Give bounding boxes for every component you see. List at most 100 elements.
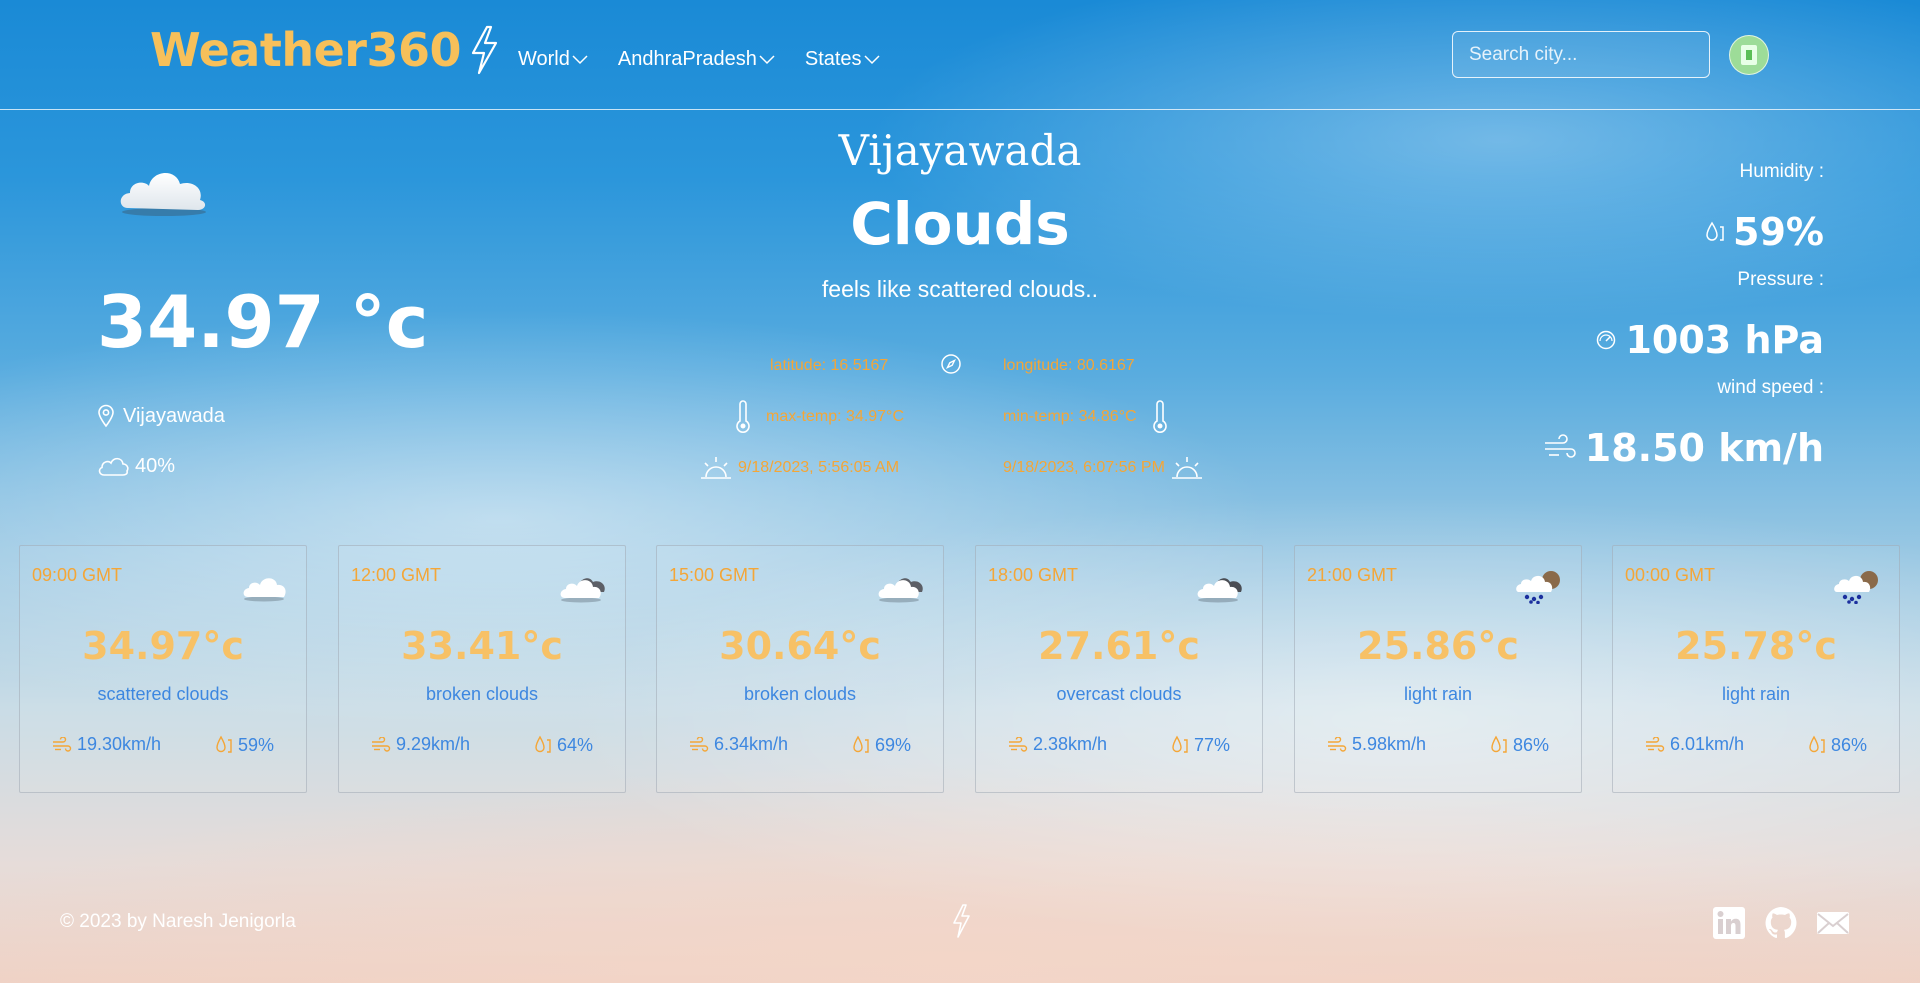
lightning-bolt-icon	[953, 904, 970, 938]
forecast-wind-value: 19.30km/h	[77, 734, 162, 754]
cloudiness-value: 40%	[135, 454, 176, 477]
wind-icon	[372, 736, 391, 752]
forecast-wind-value: 6.34km/h	[714, 734, 789, 754]
pressure-label: Pressure :	[1737, 269, 1824, 290]
forecast-desc: light rain	[1721, 684, 1791, 704]
forecast-card[interactable]: 18:00 GMT 27.61°c overcast clouds 2.38km…	[975, 545, 1263, 793]
weather-condition: Clouds	[850, 190, 1070, 258]
broken-clouds-icon	[878, 578, 923, 603]
forecast-humidity: 86%	[1490, 734, 1549, 756]
forecast-time: 21:00 GMT	[1307, 565, 1398, 585]
forecast-wind: 2.38km/h	[1008, 734, 1107, 755]
forecast-card[interactable]: 12:00 GMT 33.41°c broken clouds 9.29km/h…	[338, 545, 626, 793]
humidity-label: Humidity :	[1739, 161, 1824, 182]
max-temp-text: max-temp: 34.97°C	[766, 408, 905, 425]
forecast-humidity-value: 69%	[874, 734, 911, 755]
forecast-temp: 34.97°c	[82, 624, 244, 668]
nav-dropdown-states[interactable]: States	[805, 48, 880, 71]
search-city-input[interactable]	[1452, 31, 1710, 78]
forecast-wind: 19.30km/h	[52, 734, 161, 755]
chevron-down-icon	[572, 54, 588, 64]
forecast-humidity-value: 59%	[237, 734, 274, 755]
forecast-humidity: 64%	[534, 734, 593, 756]
forecast-card[interactable]: 15:00 GMT 30.64°c broken clouds 6.34km/h…	[656, 545, 944, 793]
forecast-desc: scattered clouds	[97, 684, 229, 704]
wind-stat: 18.50 km/h	[1543, 426, 1824, 470]
forecast-humidity: 86%	[1808, 734, 1867, 756]
max-temp-info: max-temp: 34.97°C	[732, 400, 904, 434]
thermometer-icon	[736, 400, 750, 433]
sunset-icon	[1171, 457, 1202, 479]
forecast-card[interactable]: 21:00 GMT 25.86°c light rain 5.98km/h 86…	[1294, 545, 1582, 793]
humidity-drop-icon	[1172, 735, 1188, 753]
forecast-wind-value: 6.01km/h	[1670, 734, 1745, 754]
forecast-time: 09:00 GMT	[32, 565, 123, 585]
forecast-card[interactable]: 09:00 GMT 34.97°c scattered clouds 19.30…	[19, 545, 307, 793]
footer-copyright: © 2023 by Naresh Jenigorla	[60, 911, 296, 932]
avatar[interactable]	[1729, 35, 1769, 75]
github-icon[interactable]	[1764, 906, 1798, 940]
nav-item-label: States	[804, 48, 862, 70]
latitude-text: latitude: 16.5167	[770, 357, 889, 374]
humidity-drop-icon	[535, 735, 551, 753]
broken-clouds-icon	[560, 578, 605, 603]
forecast-desc: light rain	[1403, 684, 1473, 704]
forecast-humidity: 77%	[1171, 734, 1230, 756]
wind-icon	[1328, 736, 1347, 752]
forecast-humidity-value: 77%	[1193, 734, 1230, 755]
forecast-card[interactable]: 00:00 GMT 25.78°c light rain 6.01km/h 86…	[1612, 545, 1900, 793]
brand-logo[interactable]: Weather360	[150, 22, 501, 78]
brand-name[interactable]: Weather360	[150, 23, 461, 77]
forecast-humidity-value: 86%	[1830, 734, 1867, 755]
forecast-humidity-value: 64%	[556, 734, 593, 755]
light-rain-icon	[1516, 571, 1560, 604]
min-temp-text: min-temp: 34.86°C	[1003, 408, 1137, 425]
forecast-humidity: 69%	[852, 734, 911, 756]
forecast-wind: 6.34km/h	[689, 734, 788, 755]
nav-menu: World AndhraPradesh States	[518, 48, 880, 71]
light-rain-icon	[1834, 571, 1878, 604]
forecast-humidity: 59%	[215, 734, 274, 756]
linkedin-icon[interactable]	[1712, 906, 1746, 940]
forecast-wind: 9.29km/h	[371, 734, 470, 755]
wind-value: 18.50 km/h	[1584, 426, 1824, 470]
min-temp-info: min-temp: 34.86°C	[1003, 400, 1171, 434]
forecast-desc: broken clouds	[425, 684, 539, 704]
forecast-wind: 5.98km/h	[1327, 734, 1426, 755]
humidity-drop-icon	[1809, 735, 1825, 753]
pressure-value: 1003 hPa	[1625, 318, 1824, 362]
forecast-temp: 25.86°c	[1357, 624, 1519, 668]
wind-icon	[53, 736, 72, 752]
longitude-text: longitude: 80.6167	[1003, 357, 1135, 374]
nav-item-label: AndhraPradesh	[617, 48, 757, 70]
mail-icon[interactable]	[1816, 906, 1850, 940]
compass-icon	[941, 354, 961, 374]
wind-icon	[1544, 434, 1576, 458]
latitude-info: latitude: 16.5167	[770, 357, 888, 375]
sunrise-text: 9/18/2023, 5:56:05 AM	[738, 459, 900, 476]
forecast-temp: 30.64°c	[719, 624, 881, 668]
forecast-wind-value: 2.38km/h	[1033, 734, 1108, 754]
location-name: Vijayawada	[123, 404, 225, 427]
humidity-value: 59%	[1733, 210, 1824, 254]
forecast-humidity-value: 86%	[1512, 734, 1549, 755]
avatar-icon	[1741, 45, 1757, 65]
humidity-drop-icon	[1706, 221, 1724, 241]
humidity-drop-icon	[216, 735, 232, 753]
nav-dropdown-andhrapradesh[interactable]: AndhraPradesh	[618, 48, 775, 71]
nav-dropdown-world[interactable]: World	[518, 48, 588, 71]
forecast-time: 12:00 GMT	[351, 565, 442, 585]
gauge-icon	[1597, 330, 1616, 350]
current-temperature: 34.97 °c	[97, 280, 429, 364]
humidity-drop-icon	[853, 735, 869, 753]
wind-icon	[1009, 736, 1028, 752]
longitude-info: longitude: 80.6167	[1003, 357, 1135, 375]
forecast-temp: 27.61°c	[1038, 624, 1200, 668]
navbar: Weather360 World AndhraPradesh States	[0, 0, 1920, 110]
feels-like-text: feels like scattered clouds..	[821, 276, 1099, 302]
humidity-drop-icon	[1491, 735, 1507, 753]
wind-icon	[690, 736, 709, 752]
forecast-desc: overcast clouds	[1056, 684, 1182, 704]
lightning-bolt-icon	[471, 25, 498, 75]
humidity-stat: 59%	[1705, 210, 1824, 254]
